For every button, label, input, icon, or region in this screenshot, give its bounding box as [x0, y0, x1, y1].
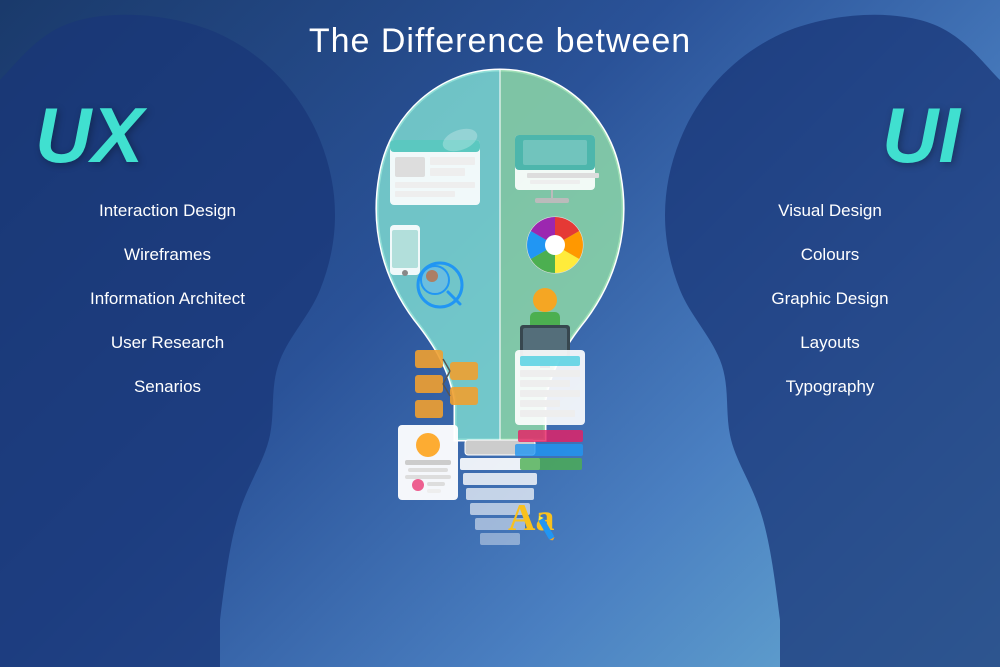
ui-item-3: Graphic Design	[700, 289, 960, 309]
ux-label: UX	[35, 90, 300, 181]
main-title: The Difference between	[0, 22, 1000, 61]
ux-item-1: Interaction Design	[35, 201, 300, 221]
ui-item-4: Layouts	[700, 333, 960, 353]
ux-section: UX Interaction Design Wireframes Informa…	[0, 60, 300, 421]
bulb-base-2	[463, 473, 537, 485]
ui-label: UI	[700, 90, 960, 181]
center-bulb: Aa	[300, 60, 700, 580]
ui-section: UI Visual Design Colours Graphic Design …	[700, 60, 1000, 421]
ux-item-2: Wireframes	[35, 245, 300, 265]
ui-item-1: Visual Design	[700, 201, 960, 221]
ui-item-2: Colours	[700, 245, 960, 265]
lightbulb-svg: Aa	[360, 60, 640, 580]
ux-item-5: Senarios	[35, 377, 300, 397]
ux-item-4: User Research	[35, 333, 300, 353]
ui-item-5: Typography	[700, 377, 960, 397]
ux-item-3: Information Architect	[35, 289, 300, 309]
